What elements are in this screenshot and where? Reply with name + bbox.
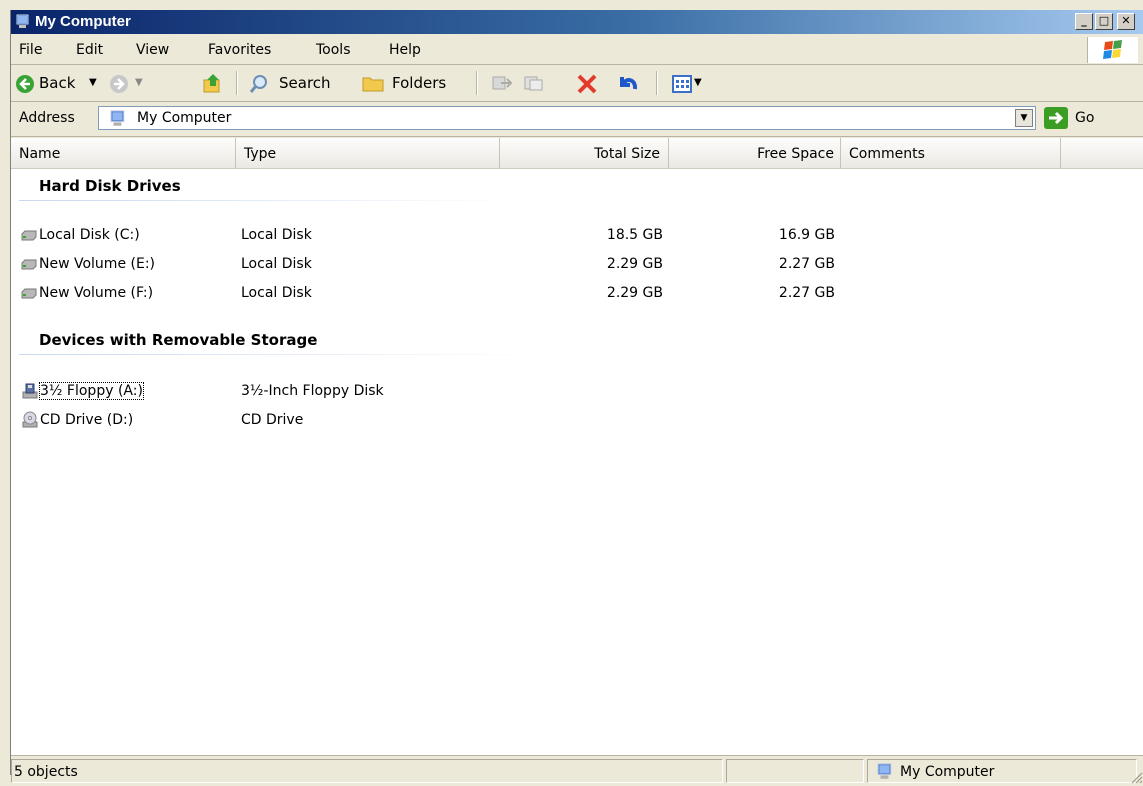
item-total-size: 2.29 GB	[606, 285, 663, 301]
my-computer-icon	[16, 14, 29, 28]
forward-dropdown-icon[interactable]: ▼	[135, 77, 143, 88]
menu-favorites[interactable]: Favorites	[208, 42, 271, 58]
address-input[interactable]: My Computer ▼	[98, 106, 1036, 130]
item-type: CD Drive	[241, 412, 304, 428]
close-button[interactable]: ✕	[1117, 13, 1135, 30]
windows-logo	[1087, 37, 1138, 63]
column-name[interactable]: Name	[11, 138, 236, 168]
item-name: CD Drive (D:)	[40, 412, 134, 428]
search-icon[interactable]	[248, 73, 270, 95]
views-dropdown-icon[interactable]: ▼	[694, 77, 702, 88]
hard-disk-icon	[21, 288, 37, 299]
search-button[interactable]: Search	[279, 74, 331, 92]
list-item[interactable]: New Volume (E:) Local Disk 2.29 GB 2.27 …	[11, 253, 1143, 277]
item-type: Local Disk	[241, 256, 312, 272]
item-name: Local Disk (C:)	[39, 227, 140, 243]
list-item[interactable]: Local Disk (C:) Local Disk 18.5 GB 16.9 …	[11, 224, 1143, 248]
hard-disk-icon	[21, 230, 37, 241]
file-list-view[interactable]: Hard Disk Drives Local Disk (C:) Local D…	[11, 169, 1143, 755]
hard-disk-icon	[21, 259, 37, 270]
item-type: Local Disk	[241, 227, 312, 243]
column-free-space-label: Free Space	[757, 146, 834, 162]
minimize-button[interactable]: _	[1075, 13, 1093, 30]
item-free-space: 2.27 GB	[778, 256, 835, 272]
menu-help[interactable]: Help	[389, 42, 421, 58]
list-item[interactable]: CD Drive (D:) CD Drive	[11, 409, 1143, 433]
group-divider	[19, 200, 519, 201]
standard-toolbar: Back ▼ ▼ Search Folders ▼	[11, 65, 1143, 102]
item-type: 3½-Inch Floppy Disk	[241, 383, 384, 399]
address-label: Address	[19, 110, 75, 126]
go-arrow-icon[interactable]	[1044, 107, 1068, 129]
menu-edit[interactable]: Edit	[76, 42, 103, 58]
status-location: My Computer	[900, 764, 995, 780]
item-name: New Volume (F:)	[39, 285, 154, 301]
group-removable-storage: Devices with Removable Storage	[39, 331, 318, 349]
window-title: My Computer	[35, 13, 131, 30]
item-name: 3½ Floppy (A:)	[39, 382, 144, 400]
item-name: New Volume (E:)	[39, 256, 155, 272]
my-computer-icon	[110, 110, 125, 126]
column-type[interactable]: Type	[236, 138, 500, 168]
windows-flag-icon	[1103, 40, 1122, 59]
item-free-space: 16.9 GB	[778, 227, 835, 243]
menu-view[interactable]: View	[136, 42, 169, 58]
column-free-space[interactable]: Free Space	[669, 138, 841, 168]
resize-grip-icon[interactable]	[1129, 770, 1143, 784]
status-pane-location: My Computer	[867, 759, 1137, 783]
up-folder-icon[interactable]	[201, 72, 225, 96]
delete-icon[interactable]	[576, 73, 598, 95]
move-to-icon[interactable]	[491, 74, 513, 92]
address-dropdown-button[interactable]: ▼	[1015, 109, 1033, 127]
column-header-bar: Name Type Total Size Free Space Comments	[11, 138, 1143, 169]
maximize-button[interactable]: □	[1095, 13, 1113, 30]
column-total-size-label: Total Size	[594, 146, 660, 162]
folders-icon[interactable]	[361, 73, 385, 93]
undo-icon[interactable]	[616, 73, 640, 95]
my-computer-icon	[877, 763, 892, 779]
list-item[interactable]: 3½ Floppy (A:) 3½-Inch Floppy Disk	[11, 380, 1143, 404]
group-divider	[19, 354, 539, 355]
column-comments[interactable]: Comments	[841, 138, 1061, 168]
toolbar-separator	[236, 71, 238, 95]
copy-to-icon[interactable]	[523, 74, 545, 92]
title-bar[interactable]: My Computer _ □ ✕	[11, 10, 1143, 34]
explorer-window: My Computer _ □ ✕ File Edit View Favorit…	[10, 10, 1143, 786]
toolbar-separator	[476, 71, 478, 95]
floppy-drive-icon	[22, 383, 38, 399]
status-bar: 5 objects My Computer	[11, 755, 1143, 786]
go-button[interactable]: Go	[1075, 110, 1094, 126]
status-objects-count: 5 objects	[14, 764, 78, 780]
column-total-size[interactable]: Total Size	[500, 138, 669, 168]
toolbar-separator	[656, 71, 658, 95]
back-arrow-icon[interactable]	[15, 74, 35, 94]
group-hard-disk-drives: Hard Disk Drives	[39, 177, 181, 195]
address-value: My Computer	[137, 110, 232, 126]
status-pane-size	[726, 759, 864, 783]
status-pane-objects: 5 objects	[11, 759, 723, 783]
address-bar: Address My Computer ▼ Go	[11, 102, 1143, 137]
item-total-size: 2.29 GB	[606, 256, 663, 272]
views-icon[interactable]	[671, 73, 693, 95]
menu-file[interactable]: File	[19, 42, 42, 58]
folders-button[interactable]: Folders	[392, 74, 446, 92]
column-name-label: Name	[19, 146, 61, 162]
column-type-label: Type	[244, 146, 277, 162]
menu-bar: File Edit View Favorites Tools Help	[11, 36, 1143, 65]
menu-tools[interactable]: Tools	[316, 42, 351, 58]
item-total-size: 18.5 GB	[606, 227, 663, 243]
cd-drive-icon	[22, 411, 38, 428]
forward-arrow-icon[interactable]	[109, 74, 129, 94]
back-dropdown-icon[interactable]: ▼	[89, 77, 97, 88]
item-free-space: 2.27 GB	[778, 285, 835, 301]
column-comments-label: Comments	[849, 146, 925, 162]
list-item[interactable]: New Volume (F:) Local Disk 2.29 GB 2.27 …	[11, 282, 1143, 306]
back-button[interactable]: Back	[39, 74, 75, 92]
item-type: Local Disk	[241, 285, 312, 301]
